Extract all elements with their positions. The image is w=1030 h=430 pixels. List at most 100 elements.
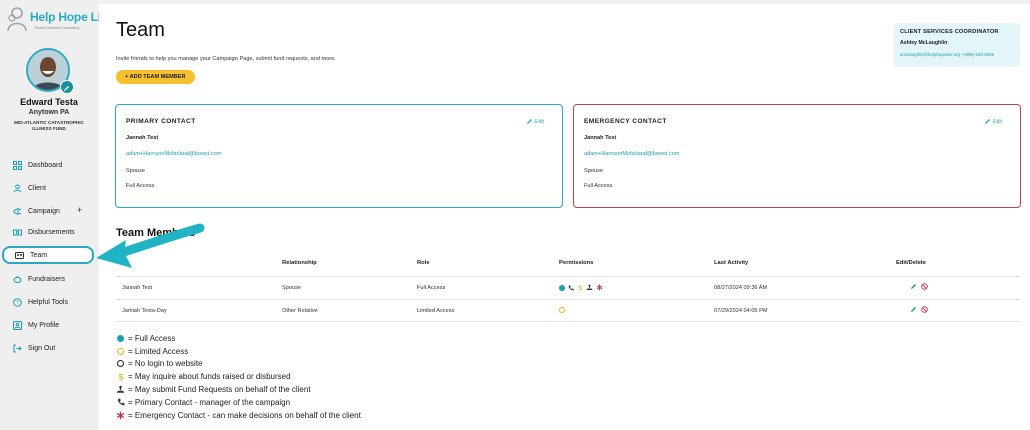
primary-contact-edit-button[interactable]: Edit — [526, 118, 544, 125]
member-last-activity: 07/29/2024 04:05 PM — [714, 308, 768, 314]
delete-member-button[interactable] — [921, 306, 928, 313]
sidebar-item-label: Client — [28, 184, 46, 192]
sidebar-item-label: Dashboard — [28, 161, 63, 169]
sidebar-item-client[interactable]: Client — [0, 179, 98, 197]
legend-item: = Limited Access — [116, 345, 361, 358]
primary-contact-access: Full Access — [126, 183, 155, 189]
member-permissions — [559, 307, 565, 313]
sidebar-item-campaign[interactable]: Campaign + — [0, 202, 98, 220]
primary-contact-email[interactable]: adam+HarrisonMcfarland@bowst.com — [126, 151, 221, 157]
sidebar-item-label: Campaign — [28, 207, 60, 215]
edit-label: Edit — [993, 118, 1002, 125]
edit-member-button[interactable] — [910, 306, 917, 313]
pencil-icon — [985, 119, 991, 124]
legend-text: = May inquire about funds raised or disb… — [128, 372, 291, 382]
sidebar-item-label: Fundraisers — [28, 275, 65, 283]
sign-out-icon — [13, 344, 22, 353]
no-login-icon — [117, 360, 124, 368]
person-icon — [13, 184, 22, 193]
coordinator-contact[interactable]: amclaughlin@helphopelive.org • (800) 642… — [900, 52, 1014, 57]
page-subtitle: Invite friends to help you manage your C… — [116, 56, 336, 62]
full-access-icon — [117, 334, 124, 342]
legend-item: = No login to website — [116, 358, 361, 371]
campaign-expand-button[interactable]: + — [77, 205, 82, 215]
phone-icon — [117, 399, 124, 406]
emergency-contact-email[interactable]: adam+HarrisonMcfarland@bowst.com — [584, 151, 679, 157]
phone-icon — [568, 285, 574, 290]
column-header-edit-delete: Edit/Delete — [896, 260, 926, 266]
user-name: Edward Testa — [20, 97, 78, 107]
highlight-arrow-icon — [96, 223, 205, 268]
money-icon — [13, 228, 22, 237]
column-header-permissions: Permissions — [559, 260, 594, 266]
brand-tagline: Trusted Medical Fundraising — [34, 26, 80, 30]
edit-member-button[interactable] — [910, 283, 917, 290]
primary-contact-relationship: Spouse — [126, 168, 145, 174]
megaphone-icon — [13, 207, 22, 216]
delete-member-button[interactable] — [921, 283, 928, 290]
limited-access-icon — [117, 347, 124, 355]
legend-text: = No login to website — [128, 359, 203, 369]
sidebar-item-team[interactable]: Team — [2, 246, 94, 264]
member-last-activity: 08/27/2024 09:36 AM — [714, 285, 768, 291]
user-fund: MID-ATLANTIC CATASTROPHIC ILLNESS FUND — [14, 120, 84, 131]
svg-text:$: $ — [118, 372, 123, 381]
emergency-contact-name: Jannah Test — [584, 135, 617, 141]
sidebar-item-helpful-tools[interactable]: ? Helpful Tools — [0, 293, 98, 311]
add-team-member-button[interactable]: + ADD TEAM MEMBER — [116, 70, 195, 84]
coordinator-card: CLIENT SERVICES COORDINATOR Ashley McLau… — [894, 23, 1020, 67]
svg-text:$: $ — [578, 285, 582, 291]
user-location: Anytown PA — [28, 109, 70, 116]
legend-item: = May submit Fund Requests on behalf of … — [116, 383, 361, 396]
emergency-contact-card: EMERGENCY CONTACT Edit Jannah Test adam+… — [573, 104, 1021, 208]
team-icon — [15, 251, 24, 260]
member-name: Jannah Test — [122, 285, 153, 291]
page-title: Team — [116, 19, 165, 41]
emergency-contact-edit-button[interactable]: Edit — [984, 118, 1002, 125]
column-header-relationship: Relationship — [282, 260, 317, 266]
column-header-role: Role — [417, 260, 430, 266]
sidebar-item-label: Disbursements — [28, 228, 75, 236]
legend-item: $ = May inquire about funds raised or di… — [116, 370, 361, 383]
pencil-icon — [527, 119, 533, 124]
emergency-contact-label: EMERGENCY CONTACT — [584, 118, 667, 125]
primary-contact-name: Jannah Test — [126, 135, 159, 141]
sidebar-item-label: Sign Out — [28, 344, 56, 352]
column-header-last-activity: Last Activity — [714, 260, 749, 266]
legend-item: = Emergency Contact - can make decisions… — [116, 409, 361, 422]
avatar-wrap — [26, 48, 74, 94]
limited-access-icon — [559, 307, 565, 313]
table-row: Jamiah Testa-Day Other Relative Limited … — [115, 299, 1021, 322]
sidebar-item-sign-out[interactable]: Sign Out — [0, 339, 98, 357]
sidebar-item-label: Team — [30, 251, 48, 259]
logo[interactable]: Help Hope Live Trusted Medical Fundraisi… — [6, 6, 114, 34]
logo-mark-icon — [7, 7, 27, 32]
primary-contact-card: PRIMARY CONTACT Edit Jannah Test adam+Ha… — [115, 104, 563, 208]
fund-request-icon — [586, 284, 593, 290]
full-access-icon — [559, 284, 565, 291]
pencil-icon — [64, 86, 69, 91]
avatar-edit-button[interactable] — [60, 80, 74, 94]
member-role: Full Access — [417, 285, 446, 291]
legend-item: = Full Access — [116, 332, 361, 345]
sidebar-item-disbursements[interactable]: Disbursements — [0, 223, 98, 241]
permissions-legend: = Full Access = Limited Access = No logi… — [116, 332, 361, 422]
member-name: Jamiah Testa-Day — [122, 308, 167, 314]
coordinator-title: CLIENT SERVICES COORDINATOR — [900, 29, 999, 35]
dollar-icon: $ — [118, 372, 123, 381]
emergency-contact-relationship: Spouse — [584, 168, 603, 174]
help-icon: ? — [13, 297, 22, 307]
legend-text: = Emergency Contact - can make decisions… — [128, 410, 361, 420]
legend-item: = Primary Contact - manager of the campa… — [116, 396, 361, 409]
coordinator-name: Ashley McLaughlin — [900, 40, 948, 46]
member-actions — [910, 283, 928, 290]
piggy-bank-icon — [13, 275, 22, 284]
primary-contact-label: PRIMARY CONTACT — [126, 118, 196, 125]
sidebar-item-fundraisers[interactable]: Fundraisers — [0, 270, 98, 288]
legend-text: = Full Access — [128, 333, 176, 343]
sidebar-item-my-profile[interactable]: My Profile — [0, 316, 98, 334]
member-permissions: $ — [559, 284, 603, 291]
sidebar-item-dashboard[interactable]: Dashboard — [0, 156, 98, 174]
svg-text:?: ? — [16, 300, 19, 306]
member-actions — [910, 306, 928, 313]
